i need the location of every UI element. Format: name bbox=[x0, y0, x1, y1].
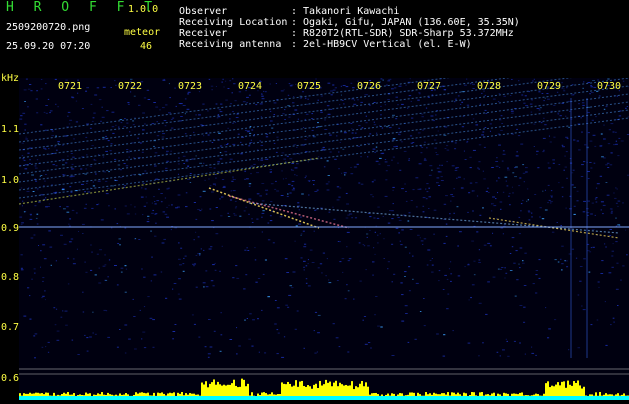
file-name: 2509200720.png bbox=[6, 22, 90, 33]
time-tick: 0722 bbox=[118, 81, 142, 92]
time-stamp: 25.09.20 07:20 bbox=[6, 41, 90, 52]
axis-unit: kHz bbox=[1, 73, 19, 84]
time-tick: 0723 bbox=[178, 81, 202, 92]
app-version: 1.0.0 bbox=[128, 4, 158, 15]
time-tick: 0730 bbox=[597, 81, 621, 92]
freq-tick: 0.9 bbox=[1, 223, 19, 234]
time-tick: 0728 bbox=[477, 81, 501, 92]
receiver-label: Receiver bbox=[179, 28, 227, 39]
antenna-label: Receiving antenna bbox=[179, 39, 281, 50]
spectrogram-canvas bbox=[19, 78, 629, 400]
freq-tick: 0.8 bbox=[1, 272, 19, 283]
observer-value: : Takanori Kawachi bbox=[291, 6, 399, 17]
antenna-value: : 2el-HB9CV Vertical (el. E-W) bbox=[291, 39, 472, 50]
location-label: Receiving Location bbox=[179, 17, 287, 28]
time-tick: 0727 bbox=[417, 81, 441, 92]
time-tick: 0721 bbox=[58, 81, 82, 92]
time-tick: 0726 bbox=[357, 81, 381, 92]
spectrogram bbox=[19, 78, 629, 400]
observer-label: Observer bbox=[179, 6, 227, 17]
time-tick: 0724 bbox=[238, 81, 262, 92]
freq-tick: 1.1 bbox=[1, 124, 19, 135]
time-tick: 0725 bbox=[297, 81, 321, 92]
meteor-label: meteor bbox=[124, 27, 160, 38]
meteor-count: 46 bbox=[140, 41, 152, 52]
freq-tick: 0.7 bbox=[1, 322, 19, 333]
location-value: : Ogaki, Gifu, JAPAN (136.60E, 35.35N) bbox=[291, 17, 520, 28]
freq-tick: 1.0 bbox=[1, 175, 19, 186]
receiver-value: : R820T2(RTL-SDR) SDR-Sharp 53.372MHz bbox=[291, 28, 514, 39]
freq-tick: 0.6 bbox=[1, 373, 19, 384]
time-tick: 0729 bbox=[537, 81, 561, 92]
